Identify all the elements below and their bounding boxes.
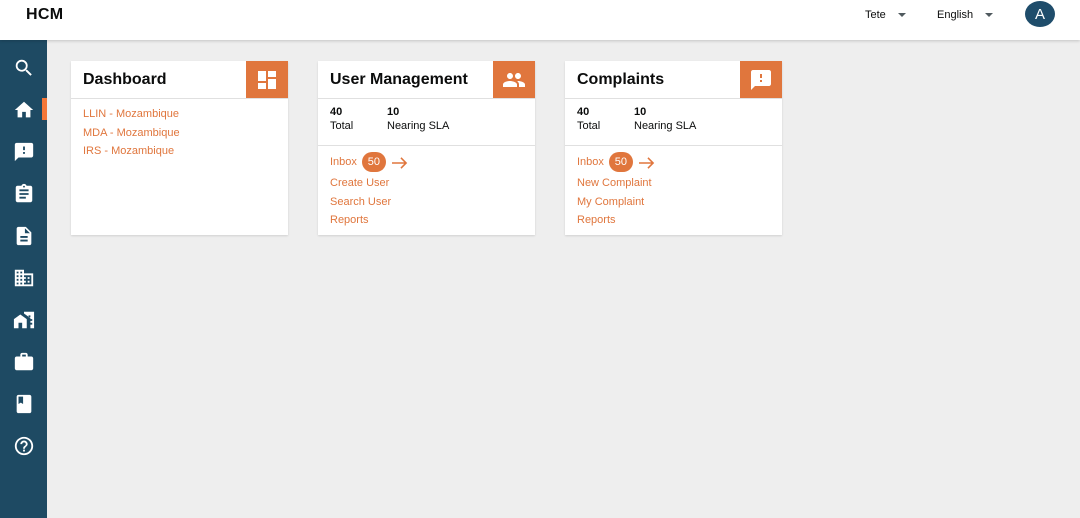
- user-management-card: User Management 40 Total 10 Nearing SLA …: [318, 61, 535, 235]
- search-user-link[interactable]: Search User: [330, 193, 523, 212]
- complaints-links: Inbox 50 New Complaint My Complaint Repo…: [565, 146, 782, 238]
- complaints-card: Complaints 40 Total 10 Nearing SLA Inbox…: [565, 61, 782, 235]
- dashboard-card: Dashboard LLIN - Mozambique MDA - Mozamb…: [71, 61, 288, 235]
- caret-down-icon: [985, 13, 994, 17]
- tenant-dropdown[interactable]: Tete: [865, 8, 906, 22]
- document-icon: [16, 226, 31, 246]
- card-title: User Management: [330, 71, 468, 88]
- app-title: HCM: [26, 6, 64, 23]
- dashboard-link-mda[interactable]: MDA - Mozambique: [83, 124, 276, 143]
- stats-row: 40 Total 10 Nearing SLA: [565, 99, 782, 146]
- dashboard-links: LLIN - Mozambique MDA - Mozambique IRS -…: [71, 99, 288, 169]
- search-icon: [15, 59, 32, 76]
- create-user-link[interactable]: Create User: [330, 174, 523, 193]
- reports-link[interactable]: Reports: [577, 211, 770, 230]
- nearing-sla-stat: 10 Nearing SLA: [634, 106, 696, 134]
- caret-down-icon: [897, 13, 906, 17]
- top-bar: HCM Tete English A: [0, 0, 1080, 40]
- sidebar-item-work[interactable]: [0, 347, 47, 377]
- user-management-links: Inbox 50 Create User Search User Reports: [318, 146, 535, 238]
- card-header: User Management: [318, 61, 535, 99]
- sidebar-item-business[interactable]: [0, 263, 47, 293]
- total-value: 40: [330, 106, 343, 118]
- nearing-sla-label: Nearing SLA: [634, 120, 697, 132]
- users-icon: [503, 72, 525, 87]
- avatar[interactable]: A: [1025, 1, 1055, 27]
- stats-row: 40 Total 10 Nearing SLA: [318, 99, 535, 146]
- feedback-icon: [751, 69, 771, 90]
- inbox-count-badge: 50: [361, 152, 386, 172]
- total-label: Total: [577, 120, 601, 132]
- card-title: Dashboard: [83, 71, 167, 88]
- arrow-right-icon[interactable]: [638, 156, 655, 169]
- new-complaint-link[interactable]: New Complaint: [577, 174, 770, 193]
- nearing-sla-label: Nearing SLA: [387, 120, 450, 132]
- house-city-icon: [13, 311, 34, 329]
- dashboard-icon-tile: [246, 61, 288, 98]
- nearing-sla-stat: 10 Nearing SLA: [387, 106, 449, 134]
- sidebar-item-help[interactable]: [0, 431, 47, 461]
- total-stat: 40 Total: [330, 106, 353, 134]
- card-header: Complaints: [565, 61, 782, 99]
- sidebar-item-complaints[interactable]: [0, 137, 47, 167]
- sidebar-item-home[interactable]: [0, 95, 47, 125]
- card-header: Dashboard: [71, 61, 288, 99]
- users-icon-tile: [493, 61, 535, 98]
- inbox-link[interactable]: Inbox: [330, 153, 357, 172]
- sidebar-item-assignment[interactable]: [0, 179, 47, 209]
- sidebar-item-search[interactable]: [0, 53, 47, 83]
- dashboard-icon: [258, 70, 276, 89]
- nearing-sla-value: 10: [387, 106, 400, 118]
- reports-link[interactable]: Reports: [330, 211, 523, 230]
- arrow-right-icon[interactable]: [391, 156, 408, 169]
- my-complaint-link[interactable]: My Complaint: [577, 193, 770, 212]
- briefcase-icon: [14, 352, 33, 371]
- inbox-row[interactable]: Inbox 50: [577, 152, 770, 172]
- feedback-icon-tile: [740, 61, 782, 98]
- language-label: English: [937, 9, 974, 21]
- nearing-sla-value: 10: [634, 106, 647, 118]
- dashboard-link-irs[interactable]: IRS - Mozambique: [83, 142, 276, 161]
- total-value: 40: [577, 106, 590, 118]
- home-icon: [14, 101, 33, 118]
- inbox-count-badge: 50: [608, 152, 633, 172]
- tenant-label: Tete: [865, 9, 886, 21]
- inbox-link[interactable]: Inbox: [577, 153, 604, 172]
- total-stat: 40 Total: [577, 106, 600, 134]
- sidebar-item-document[interactable]: [0, 221, 47, 251]
- dashboard-link-llin[interactable]: LLIN - Mozambique: [83, 105, 276, 124]
- total-label: Total: [330, 120, 354, 132]
- sidebar: [0, 40, 47, 518]
- clipboard-icon: [15, 183, 32, 203]
- language-dropdown[interactable]: English: [937, 8, 994, 22]
- help-icon: [14, 436, 33, 456]
- inbox-row[interactable]: Inbox 50: [330, 152, 523, 172]
- building-icon: [14, 269, 33, 287]
- sidebar-item-property[interactable]: [0, 305, 47, 335]
- book-icon: [16, 394, 31, 414]
- feedback-icon: [14, 142, 33, 162]
- sidebar-item-book[interactable]: [0, 389, 47, 419]
- card-title: Complaints: [577, 71, 665, 88]
